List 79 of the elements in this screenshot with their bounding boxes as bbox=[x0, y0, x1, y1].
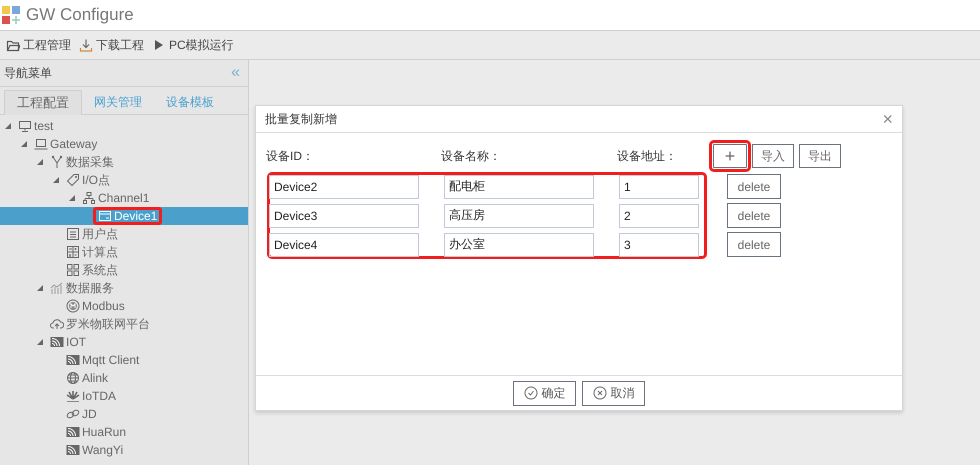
signal-icon bbox=[66, 443, 80, 457]
device-address-field[interactable]: 3 bbox=[619, 232, 699, 256]
check-circle-icon bbox=[524, 386, 538, 400]
column-label: 设备名称： bbox=[441, 148, 502, 165]
tab[interactable]: 工程配置 bbox=[4, 90, 82, 115]
toolbar-button[interactable]: 下载工程 bbox=[79, 33, 144, 57]
delete-button[interactable]: delete bbox=[727, 203, 781, 228]
device-id-field[interactable]: Device3 bbox=[269, 204, 419, 228]
x-circle-icon bbox=[592, 386, 606, 400]
column-label: 设备地址： bbox=[617, 148, 678, 165]
tree-item[interactable]: 系统点 bbox=[64, 261, 120, 279]
tree-item[interactable]: test bbox=[16, 117, 56, 135]
confirm-button[interactable]: 确定 bbox=[513, 380, 576, 406]
panel-title: 导航菜单 bbox=[4, 65, 52, 82]
tab[interactable]: 设备模板 bbox=[154, 89, 226, 114]
cancel-button[interactable]: 取消 bbox=[582, 380, 645, 406]
list-icon bbox=[66, 227, 80, 241]
chain-link-icon bbox=[66, 407, 80, 421]
tree-item[interactable]: Modbus bbox=[64, 297, 127, 315]
bar-chart-icon bbox=[50, 281, 64, 295]
folder-icon bbox=[6, 38, 20, 52]
window-title: GW Configure bbox=[26, 4, 134, 26]
expanded-triangle-icon[interactable] bbox=[20, 140, 28, 148]
device-id-field[interactable]: Device2 bbox=[269, 174, 419, 198]
action-button[interactable]: 导入 bbox=[752, 144, 794, 168]
tree-item[interactable]: WangYi bbox=[64, 441, 126, 459]
delete-button[interactable]: delete bbox=[727, 174, 781, 199]
tree-item[interactable]: JD bbox=[64, 405, 99, 423]
network-icon bbox=[82, 191, 96, 205]
petals-icon bbox=[66, 389, 80, 403]
tree-item[interactable]: 数据服务 bbox=[48, 279, 116, 297]
laptop-icon bbox=[34, 137, 48, 151]
delete-button[interactable]: delete bbox=[727, 232, 781, 257]
tree-item[interactable]: HuaRun bbox=[64, 423, 128, 441]
grid-icon bbox=[66, 263, 80, 277]
dialog-title: 批量复制新增 bbox=[265, 111, 337, 128]
device-name-field[interactable]: 配电柜 bbox=[444, 174, 594, 198]
expanded-triangle-icon[interactable] bbox=[4, 122, 12, 130]
expanded-triangle-icon[interactable] bbox=[36, 338, 44, 346]
tree-item[interactable]: I/O点 bbox=[64, 171, 112, 189]
tree-item[interactable]: IOT bbox=[48, 333, 88, 351]
device-address-field[interactable]: 2 bbox=[619, 204, 699, 228]
device-id-field[interactable]: Device4 bbox=[269, 232, 419, 256]
tree-item[interactable]: IoTDA bbox=[64, 387, 118, 405]
calculator-icon bbox=[66, 245, 80, 259]
app-logo-icon bbox=[2, 6, 20, 24]
tree-item[interactable]: Mqtt Client bbox=[64, 351, 142, 369]
toolbar-button[interactable]: PC模拟运行 bbox=[152, 33, 234, 57]
download-icon bbox=[79, 38, 93, 52]
signal-icon bbox=[66, 353, 80, 367]
tree-item[interactable]: 罗米物联网平台 bbox=[48, 315, 152, 333]
action-button[interactable]: 导出 bbox=[799, 144, 841, 168]
tag-icon bbox=[66, 173, 80, 187]
expanded-triangle-icon[interactable] bbox=[68, 194, 76, 202]
expanded-triangle-icon[interactable] bbox=[36, 284, 44, 292]
tree-item[interactable]: Gateway bbox=[32, 135, 100, 153]
toolbar-button[interactable]: 工程管理 bbox=[6, 33, 71, 57]
signal-icon bbox=[50, 335, 64, 349]
tree-item[interactable]: Alink bbox=[64, 369, 110, 387]
cloud-upload-icon bbox=[50, 317, 64, 331]
monitor-icon bbox=[18, 119, 32, 133]
window-icon bbox=[98, 209, 112, 223]
column-label: 设备ID： bbox=[266, 148, 315, 165]
tab[interactable]: 网关管理 bbox=[82, 89, 154, 114]
device-name-field[interactable]: 办公室 bbox=[444, 232, 594, 256]
tree-item[interactable]: 用户点 bbox=[64, 225, 120, 243]
expanded-triangle-icon[interactable] bbox=[36, 158, 44, 166]
device-name-field[interactable]: 高压房 bbox=[444, 204, 594, 228]
tree-item[interactable]: Device1 bbox=[93, 207, 162, 225]
tree-item[interactable]: Channel1 bbox=[80, 189, 152, 207]
expanded-triangle-icon[interactable] bbox=[52, 176, 60, 184]
branch-icon bbox=[50, 155, 64, 169]
signal-icon bbox=[66, 425, 80, 439]
close-button[interactable]: × bbox=[882, 110, 893, 128]
m-circle-icon bbox=[66, 299, 80, 313]
globe-icon bbox=[66, 371, 80, 385]
tree-item[interactable]: 计算点 bbox=[64, 243, 120, 261]
tree-item[interactable]: 数据采集 bbox=[48, 153, 116, 171]
device-address-field[interactable]: 1 bbox=[619, 174, 699, 198]
